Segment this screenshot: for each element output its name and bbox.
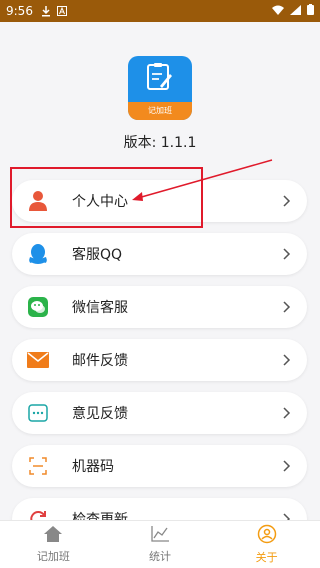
chevron-right-icon (283, 354, 291, 366)
menu-item-label: 微信客服 (72, 300, 128, 316)
menu-item-label: 机器码 (72, 459, 114, 475)
qq-icon (26, 242, 50, 266)
chevron-right-icon (283, 407, 291, 419)
signal-icon (290, 4, 301, 18)
nav-tab-about[interactable]: 关于 (213, 521, 320, 568)
bottom-nav: 记加班 统计 关于 (0, 520, 320, 568)
menu-item-qq[interactable]: 客服QQ (12, 233, 307, 275)
chart-icon (150, 525, 170, 548)
nav-tab-home[interactable]: 记加班 (0, 521, 107, 568)
about-header: 记加班 版本: 1.1.1 (0, 22, 320, 160)
wechat-icon (26, 295, 50, 319)
version-text: 版本: 1.1.1 (123, 135, 197, 151)
menu-item-label: 意见反馈 (72, 406, 128, 422)
a-icon (56, 6, 67, 16)
chevron-right-icon (283, 248, 291, 260)
feedback-icon (26, 401, 50, 425)
annotation-highlight-box (10, 167, 203, 228)
nav-tab-label: 统计 (149, 550, 171, 563)
nav-tab-label: 关于 (255, 551, 278, 564)
menu-item-email[interactable]: 邮件反馈 (12, 339, 307, 381)
wifi-icon (272, 4, 284, 18)
menu-item-machine-code[interactable]: 机器码 (12, 445, 307, 487)
menu-item-wechat[interactable]: 微信客服 (12, 286, 307, 328)
chevron-right-icon (283, 460, 291, 472)
chevron-right-icon (283, 195, 291, 207)
battery-icon (307, 4, 314, 18)
nav-tab-stats[interactable]: 统计 (107, 521, 214, 568)
nav-tab-label: 记加班 (36, 550, 70, 563)
app-logo-banner: 记加班 (128, 102, 192, 120)
about-icon (257, 524, 277, 549)
menu-item-label: 客服QQ (72, 247, 123, 263)
home-icon (43, 525, 63, 548)
download-icon (41, 5, 51, 17)
chevron-right-icon (283, 301, 291, 313)
status-time: 9:56 (6, 4, 33, 18)
menu-item-label: 邮件反馈 (72, 353, 128, 369)
app-logo: 记加班 (128, 56, 192, 120)
mail-icon (26, 348, 50, 372)
menu-item-feedback[interactable]: 意见反馈 (12, 392, 307, 434)
status-bar: 9:56 (0, 0, 320, 22)
scan-icon (26, 454, 50, 478)
